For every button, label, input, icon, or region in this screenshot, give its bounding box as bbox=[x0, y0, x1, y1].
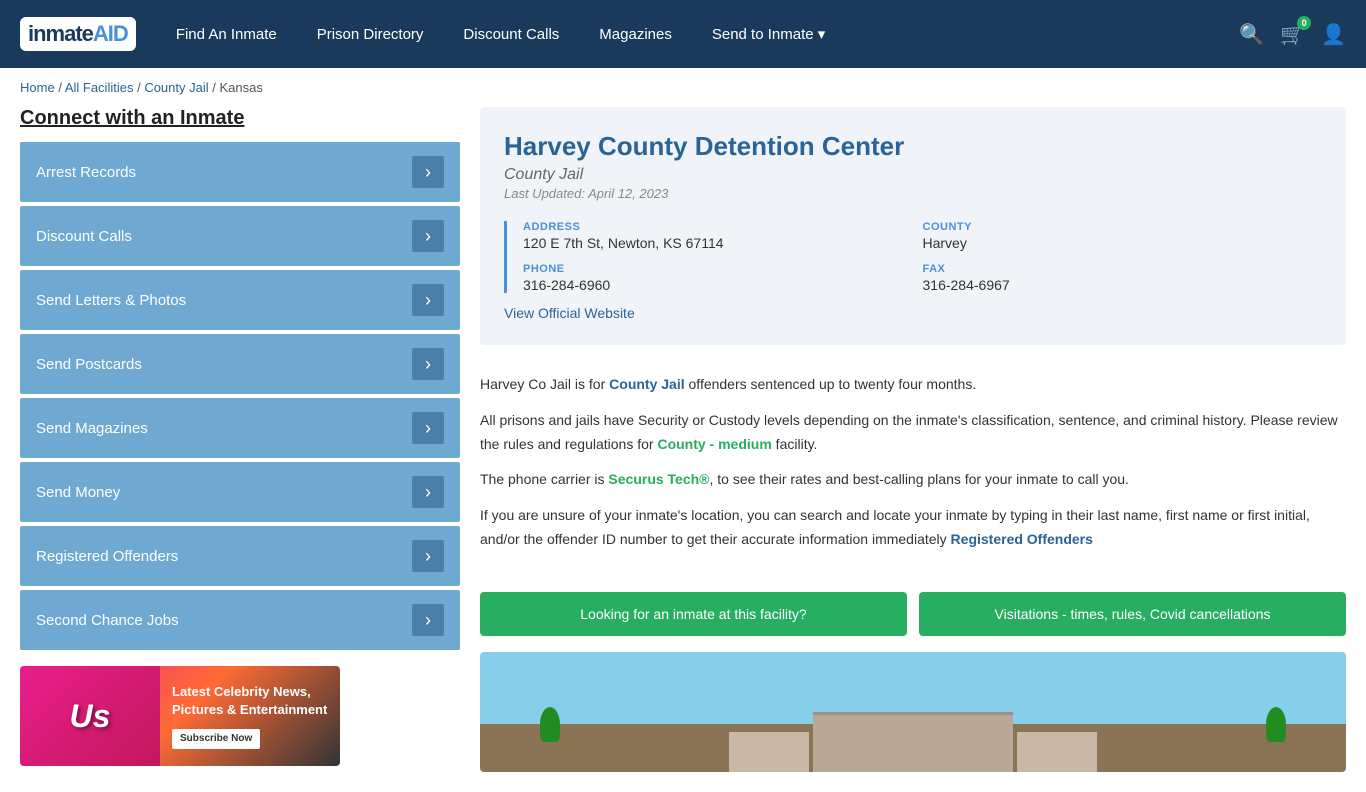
user-icon[interactable]: 👤 bbox=[1321, 22, 1346, 47]
breadcrumb-home[interactable]: Home bbox=[20, 80, 55, 95]
sidebar-item-label: Registered Offenders bbox=[36, 548, 178, 565]
chevron-right-icon: › bbox=[412, 284, 444, 316]
desc-paragraph-2: All prisons and jails have Security or C… bbox=[480, 409, 1346, 457]
main-layout: Connect with an Inmate Arrest Records › … bbox=[0, 107, 1366, 792]
sidebar-item-discount-calls[interactable]: Discount Calls › bbox=[20, 206, 460, 266]
facility-info-grid: ADDRESS 120 E 7th St, Newton, KS 67114 C… bbox=[504, 221, 1322, 293]
sidebar-item-label: Send Magazines bbox=[36, 420, 148, 437]
action-buttons: Looking for an inmate at this facility? … bbox=[480, 592, 1346, 636]
tree-right bbox=[1266, 707, 1286, 742]
securus-tech-link[interactable]: Securus Tech® bbox=[608, 471, 709, 487]
registered-offenders-link[interactable]: Registered Offenders bbox=[951, 531, 1093, 547]
nav-discount-calls[interactable]: Discount Calls bbox=[463, 26, 559, 43]
breadcrumb-county-jail[interactable]: County Jail bbox=[144, 80, 208, 95]
sidebar-item-registered-offenders[interactable]: Registered Offenders › bbox=[20, 526, 460, 586]
content-area: Harvey County Detention Center County Ja… bbox=[480, 107, 1346, 772]
navigation: inmateAID Find An Inmate Prison Director… bbox=[0, 0, 1366, 68]
ad-brand: Us bbox=[20, 666, 160, 766]
nav-icons: 🔍 🛒 0 👤 bbox=[1239, 22, 1346, 47]
address-block: ADDRESS 120 E 7th St, Newton, KS 67114 bbox=[523, 221, 923, 251]
county-label: COUNTY bbox=[923, 221, 1323, 233]
facility-card: Harvey County Detention Center County Ja… bbox=[480, 107, 1346, 345]
facility-image bbox=[480, 652, 1346, 772]
breadcrumb-kansas: Kansas bbox=[219, 80, 262, 95]
nav-find-an-inmate[interactable]: Find An Inmate bbox=[176, 26, 277, 43]
sidebar-item-second-chance-jobs[interactable]: Second Chance Jobs › bbox=[20, 590, 460, 650]
county-block: COUNTY Harvey bbox=[923, 221, 1323, 251]
chevron-right-icon: › bbox=[412, 412, 444, 444]
sidebar-item-send-postcards[interactable]: Send Postcards › bbox=[20, 334, 460, 394]
facility-type: County Jail bbox=[504, 166, 1322, 184]
ad-banner[interactable]: Us Latest Celebrity News, Pictures & Ent… bbox=[20, 666, 340, 766]
phone-value: 316-284-6960 bbox=[523, 277, 923, 293]
cart-badge: 0 bbox=[1297, 16, 1311, 30]
search-icon[interactable]: 🔍 bbox=[1239, 22, 1264, 47]
breadcrumb: Home / All Facilities / County Jail / Ka… bbox=[0, 68, 1366, 107]
chevron-right-icon: › bbox=[412, 476, 444, 508]
cart-icon[interactable]: 🛒 0 bbox=[1280, 22, 1305, 47]
nav-send-to-inmate[interactable]: Send to Inmate ▾ bbox=[712, 25, 825, 43]
building-wing-right bbox=[1017, 732, 1097, 772]
ad-cta-button[interactable]: Subscribe Now bbox=[172, 729, 260, 749]
chevron-right-icon: › bbox=[412, 348, 444, 380]
desc-paragraph-4: If you are unsure of your inmate's locat… bbox=[480, 504, 1346, 552]
address-label: ADDRESS bbox=[523, 221, 923, 233]
sidebar-item-arrest-records[interactable]: Arrest Records › bbox=[20, 142, 460, 202]
sidebar-item-label: Send Postcards bbox=[36, 356, 142, 373]
ad-headline: Latest Celebrity News, Pictures & Entert… bbox=[172, 683, 328, 719]
sidebar-title: Connect with an Inmate bbox=[20, 107, 460, 130]
building-illustration bbox=[729, 712, 1097, 772]
facility-last-updated: Last Updated: April 12, 2023 bbox=[504, 186, 1322, 201]
sidebar-item-send-letters[interactable]: Send Letters & Photos › bbox=[20, 270, 460, 330]
sidebar-item-label: Discount Calls bbox=[36, 228, 132, 245]
county-jail-link[interactable]: County Jail bbox=[609, 376, 684, 392]
desc-paragraph-3: The phone carrier is Securus Tech®, to s… bbox=[480, 468, 1346, 492]
phone-label: PHONE bbox=[523, 263, 923, 275]
visitations-button[interactable]: Visitations - times, rules, Covid cancel… bbox=[919, 592, 1346, 636]
chevron-right-icon: › bbox=[412, 604, 444, 636]
sidebar-item-label: Send Letters & Photos bbox=[36, 292, 186, 309]
tree-left bbox=[540, 707, 560, 742]
chevron-right-icon: › bbox=[412, 540, 444, 572]
sidebar-item-send-magazines[interactable]: Send Magazines › bbox=[20, 398, 460, 458]
building-wing-left bbox=[729, 732, 809, 772]
address-value: 120 E 7th St, Newton, KS 67114 bbox=[523, 235, 923, 251]
official-website-link[interactable]: View Official Website bbox=[504, 305, 635, 321]
chevron-right-icon: › bbox=[412, 156, 444, 188]
nav-links: Find An Inmate Prison Directory Discount… bbox=[176, 25, 1239, 43]
find-inmate-button[interactable]: Looking for an inmate at this facility? bbox=[480, 592, 907, 636]
sidebar-item-label: Second Chance Jobs bbox=[36, 612, 179, 629]
facility-description: Harvey Co Jail is for County Jail offend… bbox=[480, 361, 1346, 576]
sidebar-item-label: Arrest Records bbox=[36, 164, 136, 181]
sidebar-item-send-money[interactable]: Send Money › bbox=[20, 462, 460, 522]
county-medium-link[interactable]: County - medium bbox=[657, 436, 771, 452]
county-value: Harvey bbox=[923, 235, 1323, 251]
nav-magazines[interactable]: Magazines bbox=[599, 26, 672, 43]
ad-content: Latest Celebrity News, Pictures & Entert… bbox=[160, 675, 340, 757]
chevron-right-icon: › bbox=[412, 220, 444, 252]
facility-name: Harvey County Detention Center bbox=[504, 131, 1322, 162]
fax-value: 316-284-6967 bbox=[923, 277, 1323, 293]
sidebar: Connect with an Inmate Arrest Records › … bbox=[20, 107, 460, 772]
sidebar-menu: Arrest Records › Discount Calls › Send L… bbox=[20, 142, 460, 650]
logo-text: inmateAID bbox=[28, 21, 128, 47]
building-main bbox=[813, 712, 1013, 772]
sidebar-item-label: Send Money bbox=[36, 484, 120, 501]
logo[interactable]: inmateAID bbox=[20, 17, 136, 51]
phone-block: PHONE 316-284-6960 bbox=[523, 263, 923, 293]
fax-label: FAX bbox=[923, 263, 1323, 275]
fax-block: FAX 316-284-6967 bbox=[923, 263, 1323, 293]
nav-prison-directory[interactable]: Prison Directory bbox=[317, 26, 424, 43]
breadcrumb-all-facilities[interactable]: All Facilities bbox=[65, 80, 134, 95]
desc-paragraph-1: Harvey Co Jail is for County Jail offend… bbox=[480, 373, 1346, 397]
